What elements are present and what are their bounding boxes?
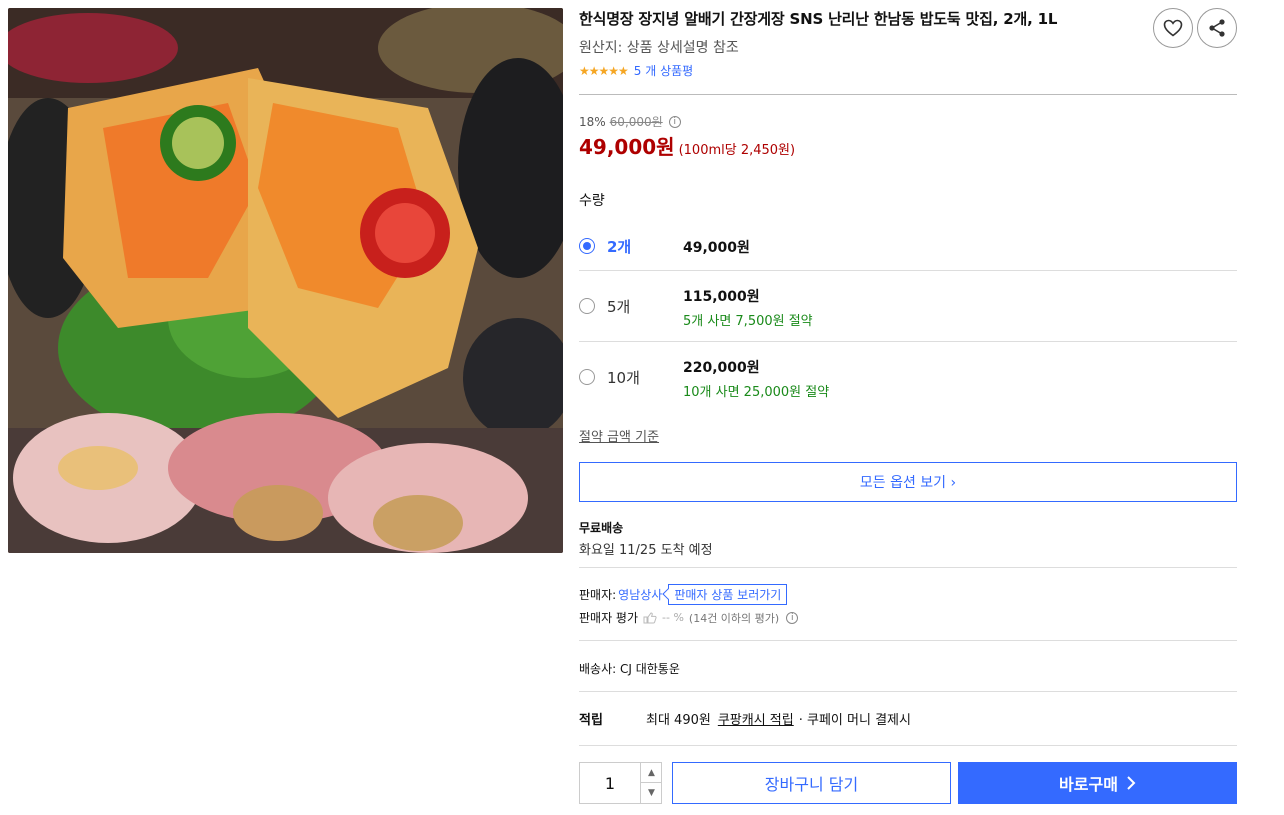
original-price: 60,000원: [609, 115, 663, 129]
crab-dish-photo: [8, 8, 563, 553]
seller-rating-note: (14건 이하의 평가): [688, 611, 780, 625]
heart-icon: [1163, 19, 1183, 37]
courier-text: 배송사: CJ 대한통운: [579, 662, 680, 676]
share-button[interactable]: [1197, 8, 1237, 48]
info-icon[interactable]: i: [786, 611, 799, 624]
points-label: 적립: [579, 713, 603, 728]
chevron-up-icon[interactable]: ▲: [640, 763, 662, 783]
quantity-option-10[interactable]: 10개 220,000원 10개 사면 25,000원 절약: [579, 342, 1237, 412]
divider: [579, 640, 1237, 641]
add-to-cart-button[interactable]: 장바구니 담기: [672, 762, 951, 804]
quantity-option-5[interactable]: 5개 115,000원 5개 사면 7,500원 절약: [579, 271, 1237, 341]
option-count: 2개: [607, 238, 632, 256]
seller-rating-value: -- %: [662, 611, 684, 624]
seller-label: 판매자:: [579, 588, 617, 602]
option-count: 10개: [607, 369, 640, 387]
divider: [579, 691, 1237, 692]
product-image[interactable]: [8, 8, 563, 553]
chevron-right-icon: [1127, 776, 1136, 790]
option-price: 220,000원: [683, 360, 760, 376]
option-savings: 5개 사면 7,500원 절약: [683, 314, 813, 329]
divider: [579, 567, 1237, 568]
discount-row: 18% 60,000원 i: [579, 113, 681, 130]
seller-rating-label: 판매자 평가: [579, 611, 639, 625]
option-count: 5개: [607, 298, 631, 316]
seller-store-link[interactable]: 판매자 상품 보러가기: [668, 584, 788, 605]
savings-basis-link[interactable]: 절약 금액 기준: [579, 426, 659, 445]
arrival-date: 화요일 11/25 도착 예정: [579, 543, 713, 558]
divider: [579, 745, 1237, 746]
wishlist-button[interactable]: [1153, 8, 1193, 48]
points-max: 최대 490원: [646, 713, 711, 728]
chevron-down-icon[interactable]: ▼: [640, 783, 662, 803]
buy-now-button[interactable]: 바로구매: [958, 762, 1237, 804]
origin-text: 원산지: 상품 상세설명 참조: [579, 40, 739, 56]
shipping-title: 무료배송: [579, 521, 624, 535]
review-count-link[interactable]: 5 개 상품평: [634, 62, 693, 79]
quantity-input[interactable]: 1: [580, 763, 640, 803]
unit-price: (100ml당 2,450원): [678, 143, 796, 158]
thumbs-up-icon: [643, 611, 657, 623]
rating-row: ★★★★★ 5 개 상품평: [579, 62, 693, 79]
seller-row: 판매자: 영남상사 판매자 상품 보러가기: [579, 584, 788, 605]
discount-rate: 18%: [579, 114, 606, 129]
product-title: 한식명장 장지녕 알배기 간장게장 SNS 난리난 한남동 밥도둑 맛집, 2개…: [579, 10, 1058, 28]
info-icon[interactable]: i: [668, 115, 681, 128]
points-row: 적립 최대 490원 쿠팡캐시 적립 · 쿠페이 머니 결제시: [579, 709, 911, 728]
option-price: 49,000원: [683, 240, 750, 256]
quantity-label: 수량: [579, 193, 605, 209]
all-options-button[interactable]: 모든 옵션 보기 ›: [579, 462, 1237, 502]
star-rating: ★★★★★: [579, 63, 629, 78]
sale-price: 49,000원: [579, 135, 675, 159]
radio-unselected[interactable]: [579, 298, 595, 314]
option-price: 115,000원: [683, 289, 760, 305]
seller-rating-row: 판매자 평가 -- % (14건 이하의 평가) i: [579, 609, 799, 626]
seller-name-link[interactable]: 영남상사: [618, 586, 662, 603]
quantity-stepper[interactable]: 1 ▲ ▼: [579, 762, 662, 804]
radio-unselected[interactable]: [579, 369, 595, 385]
divider: [579, 94, 1237, 95]
quantity-option-2[interactable]: 2개 49,000원: [579, 228, 1237, 270]
coupang-cash-link[interactable]: 쿠팡캐시 적립: [718, 709, 794, 728]
price-row: 49,000원 (100ml당 2,450원): [579, 131, 795, 160]
radio-selected[interactable]: [579, 238, 595, 254]
option-savings: 10개 사면 25,000원 절약: [683, 385, 830, 400]
share-icon: [1209, 19, 1225, 37]
points-suffix: · 쿠페이 머니 결제시: [798, 713, 911, 728]
buy-now-label: 바로구매: [1059, 775, 1118, 794]
